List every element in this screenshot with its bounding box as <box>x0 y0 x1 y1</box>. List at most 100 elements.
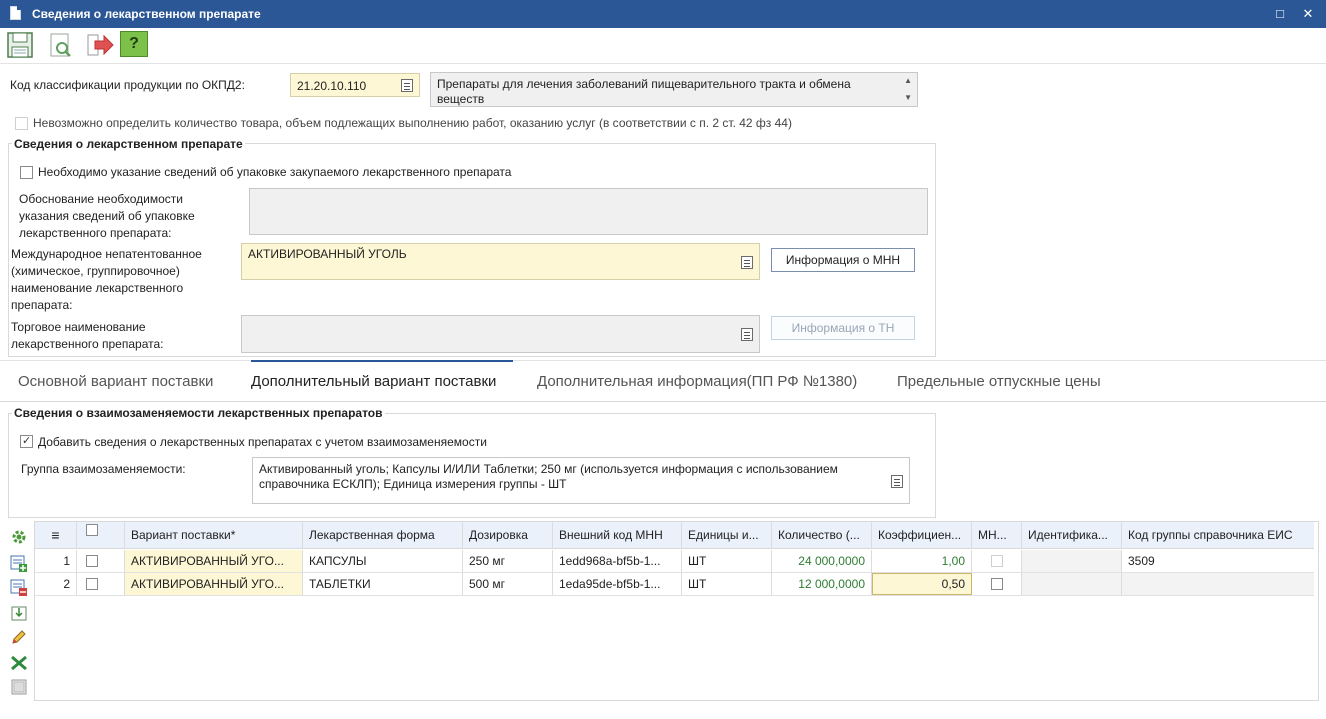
coefficient-cell[interactable]: 1,00 <box>872 550 972 572</box>
tab-additional-info[interactable]: Дополнительная информация(ПП РФ №1380) <box>537 373 857 390</box>
trade-name-field[interactable] <box>241 315 760 353</box>
tab-price-limits[interactable]: Предельные отпускные цены <box>897 373 1101 390</box>
okpd-description-value: Препараты для лечения заболеваний пищева… <box>437 77 851 106</box>
column-identifier[interactable]: Идентифика... <box>1022 522 1122 548</box>
add-interchange-checkbox[interactable] <box>20 434 33 448</box>
quantity-cell[interactable]: 24 000,0000 <box>772 550 872 572</box>
help-glyph: ? <box>129 35 139 52</box>
import-icon[interactable] <box>10 604 28 622</box>
table-row[interactable]: 2 АКТИВИРОВАННЫЙ УГО... ТАБЛЕТКИ 500 мг … <box>35 573 1314 596</box>
pick-list-icon[interactable] <box>891 475 903 488</box>
form-cell[interactable]: КАПСУЛЫ <box>303 550 463 572</box>
variant-cell[interactable]: АКТИВИРОВАННЫЙ УГО... <box>125 573 303 595</box>
column-dose[interactable]: Дозировка <box>463 522 553 548</box>
justification-label: Обоснование необходимости указания сведе… <box>19 192 195 240</box>
select-all-header[interactable] <box>77 522 125 548</box>
mnn-checkbox[interactable] <box>991 578 1003 590</box>
okpd-description-field: Препараты для лечения заболеваний пищева… <box>430 72 918 107</box>
add-row-icon[interactable] <box>10 554 28 572</box>
row-checkbox[interactable] <box>86 555 98 567</box>
grid-header: ≡ Вариант поставки* Лекарственная форма … <box>35 522 1314 549</box>
column-coefficient[interactable]: Коэффициен... <box>872 522 972 548</box>
save-icon[interactable] <box>5 30 35 60</box>
inn-value: АКТИВИРОВАННЫЙ УГОЛЬ <box>248 247 407 261</box>
column-variant[interactable]: Вариант поставки* <box>125 522 303 548</box>
cannot-determine-label: Невозможно определить количество товара,… <box>33 116 792 130</box>
column-ext-code[interactable]: Внешний код МНН <box>553 522 682 548</box>
document-icon <box>10 6 21 20</box>
column-quantity[interactable]: Количество (... <box>772 522 872 548</box>
toolbar: ? <box>0 28 1326 64</box>
settings-icon[interactable] <box>10 528 28 546</box>
justification-field[interactable] <box>249 188 928 235</box>
delete-row-icon[interactable] <box>10 578 28 596</box>
mnn-cell[interactable] <box>972 550 1022 572</box>
excel-icon[interactable] <box>10 654 28 672</box>
table-row[interactable]: 1 АКТИВИРОВАННЫЙ УГО... КАПСУЛЫ 250 мг 1… <box>35 550 1314 573</box>
coefficient-cell[interactable]: 0,50 <box>872 573 972 595</box>
form-cell[interactable]: ТАБЛЕТКИ <box>303 573 463 595</box>
window-titlebar: Сведения о лекарственном препарате □ ✕ <box>0 0 1326 28</box>
mnn-checkbox[interactable] <box>991 555 1003 567</box>
tab-additional-delivery[interactable]: Дополнительный вариант поставки <box>251 373 496 390</box>
drug-info-group-title: Сведения о лекарственном препарате <box>12 137 245 151</box>
column-mnn[interactable]: МН... <box>972 522 1022 548</box>
eis-code-cell[interactable]: 3509 <box>1122 550 1314 572</box>
help-icon[interactable]: ? <box>120 31 148 57</box>
okpd-label: Код классификации продукции по ОКПД2: <box>10 78 245 92</box>
variant-cell[interactable]: АКТИВИРОВАННЫЙ УГО... <box>125 550 303 572</box>
scroll-up-icon[interactable]: ▲ <box>904 76 912 85</box>
ext-code-cell[interactable]: 1edd968a-bf5b-1... <box>553 550 682 572</box>
inn-info-button[interactable]: Информация о МНН <box>771 248 915 272</box>
scroll-down-icon[interactable]: ▼ <box>904 93 912 102</box>
pick-list-icon[interactable] <box>741 328 753 341</box>
window-title: Сведения о лекарственном препарате <box>32 7 261 21</box>
maximize-button[interactable]: □ <box>1270 4 1290 24</box>
column-form[interactable]: Лекарственная форма <box>303 522 463 548</box>
inn-label: Международное непатентованное (химическо… <box>11 247 202 312</box>
mnn-cell[interactable] <box>972 573 1022 595</box>
tab-bar: Основной вариант поставки Дополнительный… <box>0 360 1326 402</box>
column-menu-icon[interactable]: ≡ <box>35 522 77 548</box>
trade-name-label: Торговое наименование лекарственного пре… <box>11 320 164 351</box>
pick-list-icon[interactable] <box>741 256 753 269</box>
quantity-cell[interactable]: 12 000,0000 <box>772 573 872 595</box>
interchange-group-value: Активированный уголь; Капсулы И/ИЛИ Табл… <box>259 462 838 491</box>
unit-cell[interactable]: ШТ <box>682 550 772 572</box>
add-interchange-label: Добавить сведения о лекарственных препар… <box>38 435 487 449</box>
select-all-checkbox[interactable] <box>86 524 98 536</box>
interchange-group-field[interactable]: Активированный уголь; Капсулы И/ИЛИ Табл… <box>252 457 910 504</box>
tab-main-delivery[interactable]: Основной вариант поставки <box>18 373 213 390</box>
okpd-code-field[interactable]: 21.20.10.110 <box>290 73 420 97</box>
unit-cell[interactable]: ШТ <box>682 573 772 595</box>
row-select-cell[interactable] <box>77 550 125 572</box>
cannot-determine-checkbox[interactable] <box>15 117 28 130</box>
column-eis-code[interactable]: Код группы справочника ЕИС <box>1122 522 1314 548</box>
row-number: 2 <box>35 573 77 595</box>
active-tab-indicator <box>251 360 513 362</box>
ext-code-cell[interactable]: 1eda95de-bf5b-1... <box>553 573 682 595</box>
packaging-checkbox[interactable] <box>20 166 33 179</box>
dose-cell[interactable]: 250 мг <box>463 550 553 572</box>
column-unit[interactable]: Единицы и... <box>682 522 772 548</box>
interchange-group-title: Сведения о взаимозаменяемости лекарствен… <box>12 406 385 420</box>
inn-field[interactable]: АКТИВИРОВАННЫЙ УГОЛЬ <box>241 243 760 280</box>
trade-name-info-button[interactable]: Информация о ТН <box>771 316 915 340</box>
dose-cell[interactable]: 500 мг <box>463 573 553 595</box>
okpd-code-value: 21.20.10.110 <box>297 79 367 93</box>
close-button[interactable]: ✕ <box>1298 4 1318 24</box>
row-checkbox[interactable] <box>86 578 98 590</box>
delivery-variants-grid: ≡ Вариант поставки* Лекарственная форма … <box>34 521 1319 701</box>
identifier-cell[interactable] <box>1022 573 1122 595</box>
packaging-check-label: Необходимо указание сведений об упаковке… <box>38 165 512 179</box>
pick-list-icon[interactable] <box>401 79 413 92</box>
eis-code-cell[interactable] <box>1122 573 1314 595</box>
table-icon[interactable] <box>10 678 28 696</box>
row-select-cell[interactable] <box>77 573 125 595</box>
identifier-cell[interactable] <box>1022 550 1122 572</box>
edit-icon[interactable] <box>10 628 28 646</box>
exit-icon[interactable] <box>85 30 115 60</box>
row-number: 1 <box>35 550 77 572</box>
preview-icon[interactable] <box>46 30 76 60</box>
interchange-group-label: Группа взаимозаменяемости: <box>21 462 186 476</box>
